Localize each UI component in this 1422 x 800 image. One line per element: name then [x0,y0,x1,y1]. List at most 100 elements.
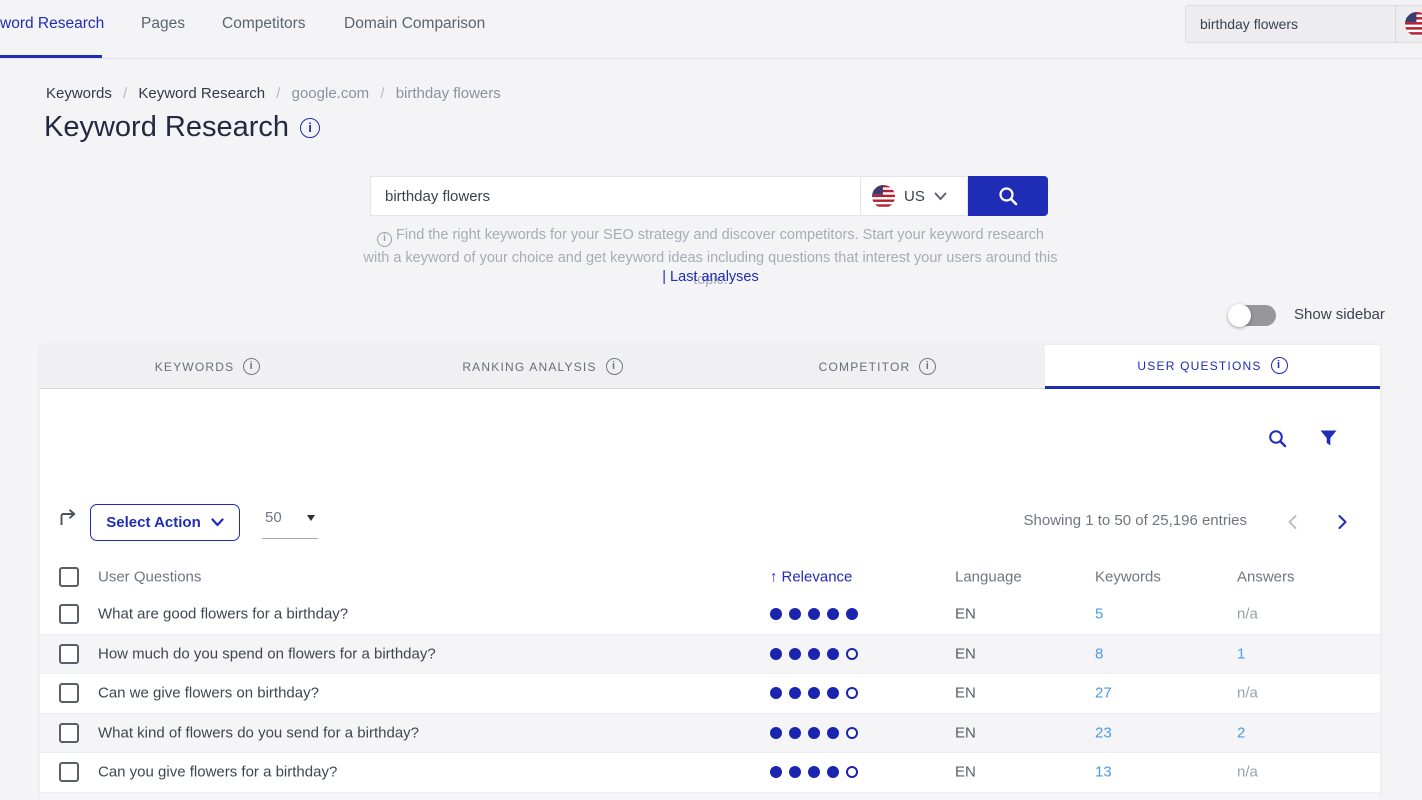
tab-label: RANKING ANALYSIS [462,360,596,374]
tab-competitor[interactable]: COMPETITOR i [710,345,1045,389]
relevance-dot-filled [808,648,820,660]
row-language: EN [955,606,976,623]
row-language: EN [955,764,976,781]
row-keywords-link[interactable]: 13 [1095,764,1112,781]
table-row: What are good flowers for a birthday? EN… [40,595,1380,635]
table-row: Can we give flowers on birthday? EN 27 n… [40,674,1380,714]
tab-info-icon[interactable]: i [243,358,260,375]
select-all-checkbox[interactable] [59,567,79,587]
table-row: Can you give flowers for a birthday? EN … [40,753,1380,793]
caret-down-icon [307,515,315,521]
relevance-dot-filled [770,727,782,739]
row-keywords-link[interactable]: 23 [1095,724,1112,741]
title-info-icon[interactable]: i [300,118,320,138]
nav-item-pages[interactable]: Pages [141,15,185,33]
row-answers: n/a [1237,685,1258,702]
relevance-dot-filled [808,766,820,778]
breadcrumb-keyword-research[interactable]: Keyword Research [138,85,265,102]
row-language: EN [955,724,976,741]
row-checkbox[interactable] [59,644,79,664]
tab-bar: KEYWORDS i RANKING ANALYSIS i COMPETITOR… [40,345,1380,389]
row-checkbox[interactable] [59,604,79,624]
breadcrumb-domain[interactable]: google.com [292,85,370,102]
relevance-dot-filled [808,727,820,739]
relevance-dots [770,648,858,660]
relevance-dot-filled [827,766,839,778]
relevance-dot-empty [846,687,858,699]
last-analyses-link[interactable]: | Last analyses [363,269,1058,285]
row-question: Can we give flowers on birthday? [98,685,319,702]
breadcrumb: Keywords / Keyword Research / google.com… [46,85,501,102]
row-checkbox[interactable] [59,762,79,782]
relevance-dot-filled [827,687,839,699]
relevance-dot-filled [789,648,801,660]
row-keywords-link[interactable]: 8 [1095,645,1103,662]
country-dropdown[interactable]: US [860,176,968,216]
relevance-dot-filled [789,608,801,620]
search-icon [1267,428,1288,449]
table-row: How much do you spend on flowers for a b… [40,635,1380,675]
row-answers[interactable]: 2 [1237,724,1245,741]
pagination-summary: Showing 1 to 50 of 25,196 entries [1024,512,1248,529]
select-action-dropdown[interactable]: Select Action [90,504,240,541]
global-country-selector[interactable] [1396,12,1422,36]
row-keywords-link[interactable]: 27 [1095,685,1112,702]
keyword-search-button[interactable] [968,176,1048,216]
row-answers: n/a [1237,606,1258,623]
tab-ranking-analysis[interactable]: RANKING ANALYSIS i [375,345,710,389]
keyword-search-input[interactable] [370,176,861,216]
table-filter-button[interactable] [1316,426,1340,450]
page-size-select[interactable]: 50 [262,507,318,539]
nav-item-domain-comparison[interactable]: Domain Comparison [344,15,485,33]
nav-item-keyword-research[interactable]: word Research [0,15,104,33]
relevance-dot-empty [846,766,858,778]
table-header: User Questions ↑ Relevance Language Keyw… [40,558,1380,596]
relevance-dot-filled [789,766,801,778]
relevance-dot-empty [846,727,858,739]
pagination-next-button[interactable] [1330,510,1354,534]
table-search-button[interactable] [1265,426,1289,450]
row-checkbox[interactable] [59,683,79,703]
keyword-research-page: word Research Pages Competitors Domain C… [0,0,1422,800]
relevance-dot-filled [789,727,801,739]
row-language: EN [955,645,976,662]
row-checkbox[interactable] [59,723,79,743]
pagination-prev-button[interactable] [1280,510,1304,534]
relevance-dot-filled [770,766,782,778]
global-search-input[interactable] [1186,16,1381,32]
relevance-dots [770,608,858,620]
row-keywords-link[interactable]: 5 [1095,606,1103,623]
tab-info-icon[interactable]: i [1271,357,1288,374]
tab-label: COMPETITOR [819,360,911,374]
tab-keywords[interactable]: KEYWORDS i [40,345,375,389]
show-sidebar-toggle[interactable] [1229,305,1276,326]
column-relevance[interactable]: ↑ Relevance [770,568,852,585]
relevance-dot-filled [808,608,820,620]
column-answers: Answers [1237,568,1295,585]
active-nav-underline [0,55,102,58]
page-title: Keyword Research i [44,111,320,144]
tab-info-icon[interactable]: i [606,358,623,375]
row-language: EN [955,685,976,702]
nav-item-competitors[interactable]: Competitors [222,15,306,33]
table-row-partial [40,793,1380,800]
us-flag-icon [1405,12,1422,36]
relevance-dot-filled [770,687,782,699]
relevance-dot-filled [827,608,839,620]
tab-label: USER QUESTIONS [1137,359,1261,373]
chevron-down-icon [934,192,947,201]
relevance-dot-empty [846,648,858,660]
breadcrumb-separator: / [380,85,384,102]
breadcrumb-separator: / [276,85,280,102]
row-question: What are good flowers for a birthday? [98,606,348,623]
row-answers[interactable]: 1 [1237,645,1245,662]
filter-funnel-icon [1319,428,1338,448]
tab-info-icon[interactable]: i [919,358,936,375]
relevance-dots [770,766,858,778]
chevron-down-icon [211,518,224,527]
results-panel: KEYWORDS i RANKING ANALYSIS i COMPETITOR… [40,345,1380,800]
export-button[interactable] [57,506,81,530]
relevance-dot-filled [827,727,839,739]
breadcrumb-keywords[interactable]: Keywords [46,85,112,102]
tab-user-questions[interactable]: USER QUESTIONS i [1045,345,1380,389]
